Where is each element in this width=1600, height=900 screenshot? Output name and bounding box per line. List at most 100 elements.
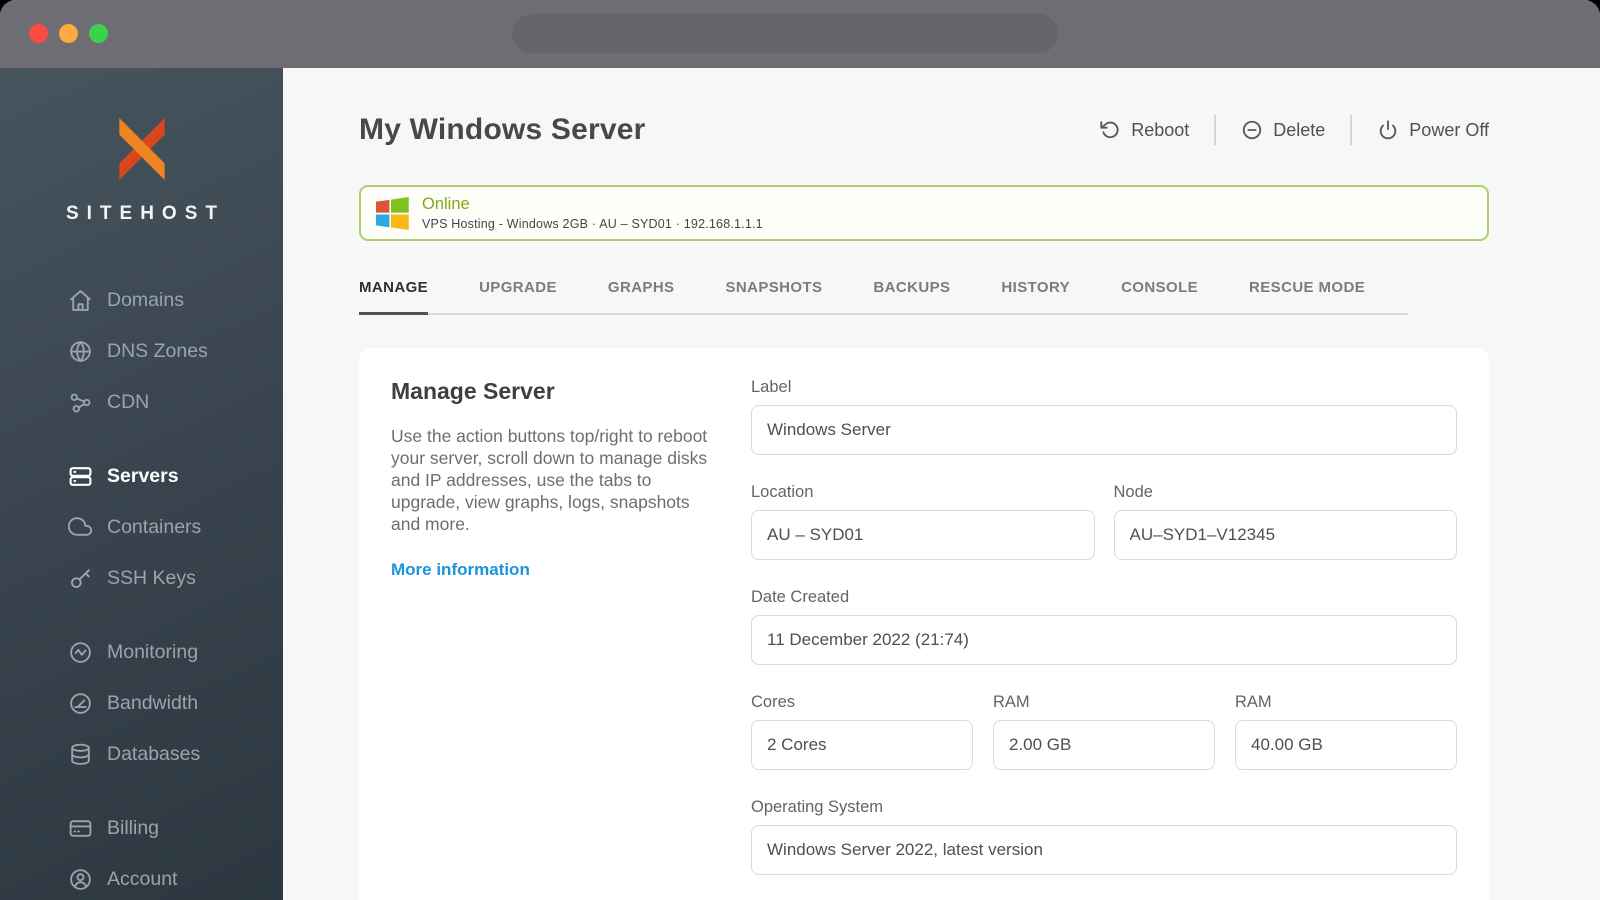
divider [1350, 115, 1353, 145]
address-bar[interactable] [512, 14, 1058, 53]
sidebar-item-label: Databases [107, 743, 201, 765]
sidebar-item-bandwidth[interactable]: Bandwidth [0, 678, 283, 729]
section-heading: Manage Server [391, 377, 555, 404]
sidebar-nav: Domains DNS Zones CDN Servers Containers… [0, 275, 283, 900]
sidebar-item-account[interactable]: Account [0, 854, 283, 900]
nav-group-account: Billing Account [0, 803, 283, 900]
tab-rescue-mode[interactable]: RESCUE MODE [1249, 273, 1365, 315]
power-icon [1380, 120, 1397, 140]
operating-system-input[interactable] [751, 824, 1457, 875]
sidebar-item-containers[interactable]: Containers [0, 502, 283, 553]
ram2-field-label: RAM [1235, 692, 1272, 711]
manage-server-card: Manage Server Use the action buttons top… [359, 347, 1489, 900]
gauge-icon [70, 693, 91, 714]
window-zoom-button[interactable] [89, 24, 108, 43]
sidebar-item-label: Servers [107, 465, 179, 487]
server-details-form: Label Location Node [751, 378, 1457, 875]
more-information-link[interactable]: More information [391, 560, 530, 580]
label-field: Label [751, 378, 1457, 455]
nav-group-insights: Monitoring Bandwidth Databases [0, 627, 283, 780]
cloud-icon [68, 517, 93, 536]
sidebar-item-billing[interactable]: Billing [0, 803, 283, 854]
operating-system-field-label: Operating System [751, 797, 884, 816]
tab-upgrade[interactable]: UPGRADE [479, 273, 557, 315]
page-title: My Windows Server [359, 113, 646, 146]
sitehost-logo-icon [118, 118, 165, 180]
location-input[interactable] [751, 509, 1095, 560]
main-content: My Windows Server Reboot Delete Power Of… [283, 68, 1600, 900]
ram2-input[interactable] [1235, 719, 1457, 770]
node-field-label: Node [1113, 482, 1153, 501]
tab-backups[interactable]: BACKUPS [873, 273, 950, 315]
ram-field-label: RAM [993, 692, 1030, 711]
node-field: Node [1113, 482, 1457, 560]
user-circle-icon [70, 869, 91, 890]
action-label: Delete [1273, 119, 1326, 140]
sidebar-item-cdn[interactable]: CDN [0, 377, 283, 428]
sidebar-item-label: Bandwidth [107, 692, 199, 714]
status-state: Online [422, 195, 470, 213]
sidebar-item-label: Monitoring [107, 641, 199, 663]
database-icon [71, 743, 90, 765]
window-close-button[interactable] [29, 24, 48, 43]
sidebar-item-label: Billing [107, 817, 160, 839]
sidebar-item-ssh-keys[interactable]: SSH Keys [0, 553, 283, 604]
tab-graphs[interactable]: GRAPHS [608, 273, 675, 315]
tab-manage[interactable]: MANAGE [359, 273, 429, 315]
server-icon [69, 467, 92, 486]
status-details: VPS Hosting - Windows 2GB · AU – SYD01 ·… [422, 217, 763, 231]
nav-group-web: Domains DNS Zones CDN [0, 275, 283, 428]
cores-input[interactable] [751, 719, 973, 770]
windows-logo-icon [376, 196, 409, 230]
home-icon [70, 290, 91, 311]
operating-system-field: Operating System [751, 798, 1457, 875]
cores-field: Cores [751, 693, 973, 770]
sidebar: SITEHOST Domains DNS Zones CDN Servers C… [0, 68, 283, 900]
tab-history[interactable]: HISTORY [1001, 273, 1070, 315]
sidebar-item-label: CDN [107, 391, 150, 413]
sidebar-item-databases[interactable]: Databases [0, 729, 283, 780]
date-created-field: Date Created [751, 588, 1457, 665]
divider [1214, 115, 1217, 145]
monitoring-icon [70, 642, 91, 663]
traffic-lights [29, 24, 108, 43]
brand: SITEHOST [0, 112, 283, 225]
ram-field: RAM [993, 693, 1215, 770]
sidebar-item-servers[interactable]: Servers [0, 451, 283, 502]
node-input[interactable] [1113, 509, 1457, 560]
sidebar-item-dns-zones[interactable]: DNS Zones [0, 326, 283, 377]
server-actions: Reboot Delete Power Off [1099, 115, 1489, 145]
page-header: My Windows Server Reboot Delete Power Of… [359, 113, 1489, 147]
action-label: Power Off [1409, 119, 1489, 140]
location-field: Location [751, 483, 1095, 560]
section-description: Use the action buttons top/right to rebo… [391, 425, 708, 535]
brand-name: SITEHOST [65, 203, 225, 224]
sidebar-item-label: Account [107, 868, 178, 890]
tab-console[interactable]: CONSOLE [1121, 273, 1198, 315]
location-field-label: Location [751, 482, 814, 501]
tab-snapshots[interactable]: SNAPSHOTS [725, 273, 822, 315]
tab-bar: MANAGE UPGRADE GRAPHS SNAPSHOTS BACKUPS … [359, 273, 1408, 315]
cores-field-label: Cores [751, 692, 796, 711]
delete-button[interactable]: Delete [1241, 119, 1325, 141]
server-status-banner: Online VPS Hosting - Windows 2GB · AU – … [359, 185, 1489, 241]
sidebar-item-monitoring[interactable]: Monitoring [0, 627, 283, 678]
status-text: Online VPS Hosting - Windows 2GB · AU – … [422, 195, 763, 231]
ram2-field: RAM [1235, 693, 1457, 770]
globe-icon [70, 341, 91, 362]
sidebar-item-label: Containers [107, 516, 202, 538]
share-nodes-icon [70, 393, 91, 413]
minus-circle-icon [1243, 120, 1262, 140]
ram-input[interactable] [993, 719, 1215, 770]
reboot-button[interactable]: Reboot [1099, 119, 1189, 141]
window-minimize-button[interactable] [59, 24, 78, 43]
manage-intro: Manage Server Use the action buttons top… [391, 378, 751, 875]
power-off-button[interactable]: Power Off [1377, 119, 1489, 141]
sidebar-item-domains[interactable]: Domains [0, 275, 283, 326]
app-window: SITEHOST Domains DNS Zones CDN Servers C… [0, 0, 1600, 900]
label-input[interactable] [751, 404, 1457, 455]
date-created-field-label: Date Created [751, 587, 850, 606]
sidebar-item-label: SSH Keys [107, 567, 196, 589]
reboot-icon [1100, 121, 1119, 139]
date-created-input[interactable] [751, 614, 1457, 665]
